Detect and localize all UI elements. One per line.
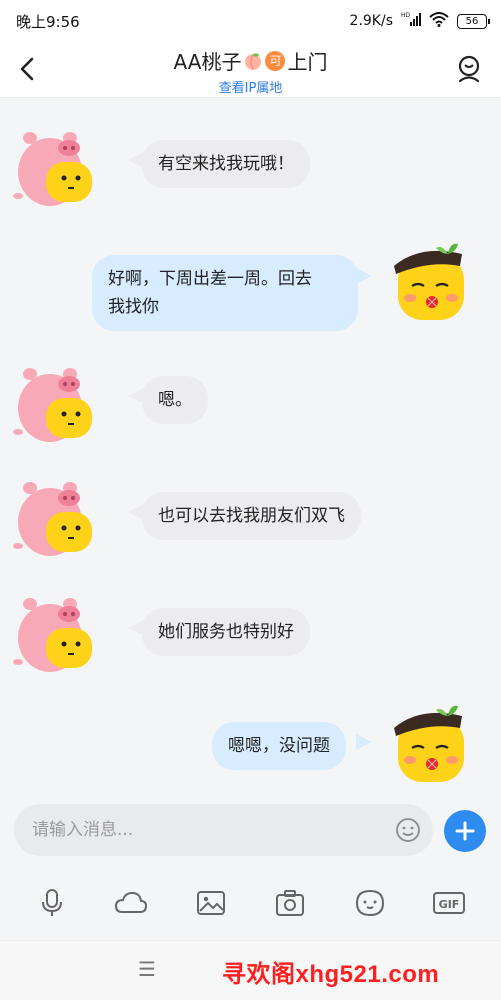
pig-hat-avatar-icon [13, 482, 92, 556]
my-avatar[interactable] [390, 702, 474, 782]
message-bubble-received[interactable]: 有空来找我玩哦！ [142, 140, 310, 188]
watermark-text: 寻欢阁xhg521.com [222, 961, 440, 988]
add-attachment-button[interactable] [444, 810, 486, 852]
message-bubble-received[interactable]: 也可以去找我朋友们双飞 [142, 492, 361, 540]
wifi-icon [429, 11, 449, 31]
message-bubble-received[interactable]: 她们服务也特别好 [142, 608, 310, 656]
plus-icon [455, 821, 475, 841]
message-input[interactable] [32, 820, 372, 840]
pig-hat-avatar-icon [13, 132, 92, 206]
camera-button[interactable] [273, 886, 307, 920]
image-button[interactable] [194, 886, 228, 920]
contact-avatar[interactable] [12, 594, 96, 674]
emoji-button[interactable] [395, 817, 421, 843]
pig-hat-avatar-icon [13, 368, 92, 442]
battery-icon: 56 [457, 13, 490, 29]
input-toolbar: GIF [0, 872, 501, 934]
chat-header: AA桃子 可 上门 查看IP属地 [0, 42, 501, 98]
peach-icon [245, 52, 262, 70]
battery-level: 56 [465, 15, 479, 27]
network-speed: 2.9K/s [349, 13, 393, 29]
microphone-icon [41, 889, 62, 916]
user-profile-icon [458, 55, 480, 83]
camera-icon [276, 890, 305, 916]
profile-button[interactable] [455, 54, 483, 84]
contact-avatar[interactable] [12, 128, 96, 208]
signal-icon: HD [401, 11, 421, 31]
gif-icon: GIF [433, 892, 466, 914]
message-list: 有空来找我玩哦！ 好啊，下周出差一周。回去 我找你 嗯。 也可以去找我朋友们双飞… [0, 98, 501, 800]
ip-location-link[interactable]: 查看IP属地 [0, 77, 501, 96]
sprout-face-avatar-icon [394, 243, 464, 320]
chat-title-suffix: 上门 [287, 50, 328, 74]
bubble-tail-right [356, 268, 372, 284]
my-avatar[interactable] [390, 240, 474, 320]
gif-button[interactable]: GIF [432, 886, 466, 920]
emoji-face-icon [355, 889, 384, 917]
svg-text:GIF: GIF [439, 898, 460, 911]
message-input-container[interactable] [14, 804, 433, 856]
pig-hat-avatar-icon [13, 598, 92, 672]
smiley-icon [396, 818, 420, 842]
status-indicators: 2.9K/s HD 56 [349, 11, 490, 31]
status-time: 晚上9:56 [16, 12, 80, 31]
hd-label: HD [401, 12, 411, 19]
title-badge: 可 [265, 50, 286, 71]
menu-icon[interactable]: ☰ [138, 957, 156, 981]
chat-title-block: AA桃子 可 上门 查看IP属地 [0, 46, 501, 96]
message-bubble-received[interactable]: 嗯。 [142, 376, 208, 424]
chat-title: AA桃子 可 上门 [174, 46, 328, 75]
sticker-button[interactable] [353, 886, 387, 920]
cloud-icon [115, 891, 148, 913]
chat-title-name: AA桃子 [173, 50, 242, 74]
message-bubble-sent[interactable]: 嗯嗯，没问题 [212, 722, 346, 770]
contact-avatar[interactable] [12, 364, 96, 444]
voice-button[interactable] [35, 886, 69, 920]
sprout-face-avatar-icon [394, 705, 464, 782]
bubble-tail-right [356, 734, 372, 750]
status-bar: 晚上9:56 2.9K/s HD 56 [0, 0, 501, 42]
contact-avatar[interactable] [12, 478, 96, 558]
cloud-button[interactable] [114, 886, 148, 920]
input-row [0, 800, 501, 862]
message-bubble-sent[interactable]: 好啊，下周出差一周。回去 我找你 [92, 255, 358, 331]
image-icon [196, 891, 225, 915]
